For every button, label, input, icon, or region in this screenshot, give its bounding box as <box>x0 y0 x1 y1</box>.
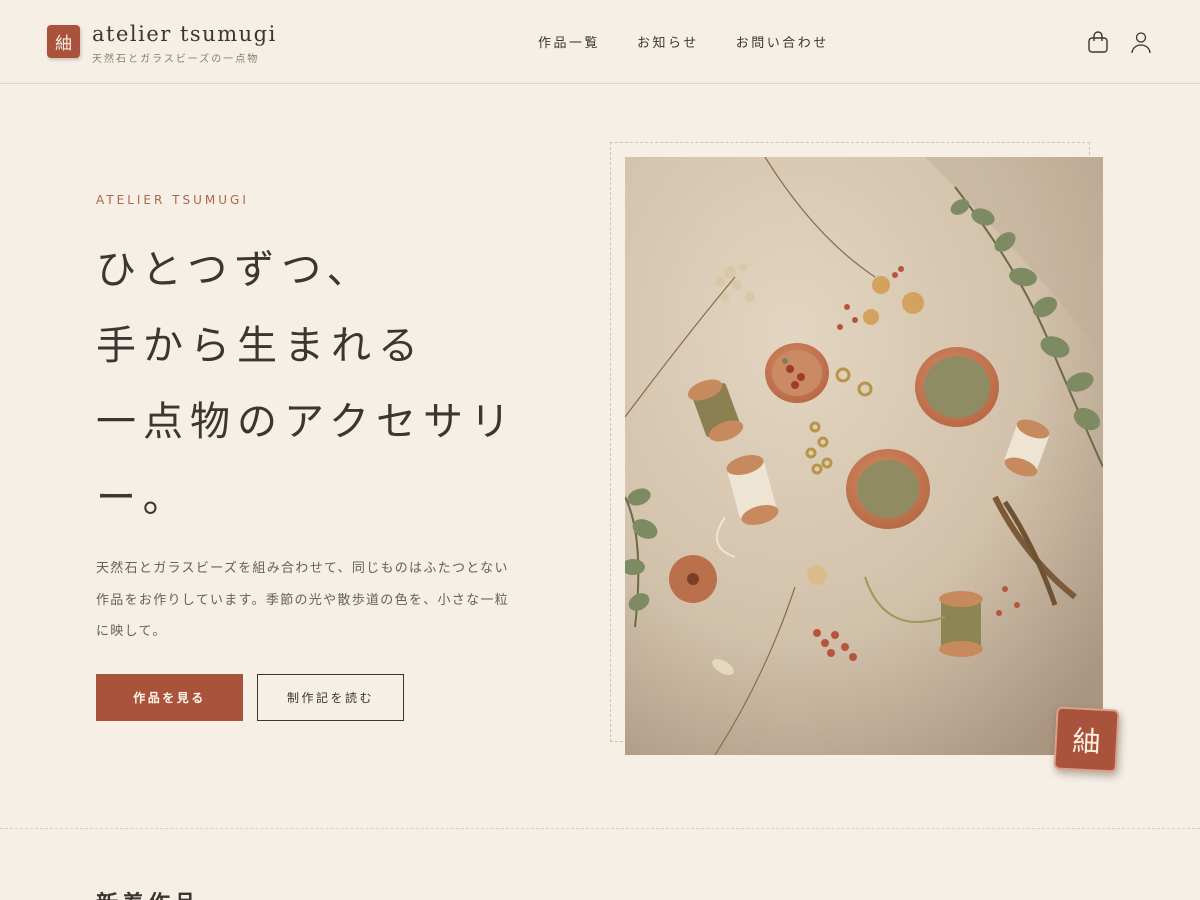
hero-eyebrow: ATELIER TSUMUGI <box>96 193 249 207</box>
headline-line: 手から生まれる <box>96 323 425 369</box>
headline-line: ひとつずつ、 <box>96 247 374 293</box>
nav-contact[interactable]: お問い合わせ <box>736 32 829 51</box>
new-arrivals-title: 新着作品 <box>96 886 200 900</box>
brand-stamp: 紬 <box>1053 706 1120 773</box>
hero-lead: 天然石とガラスビーズを組み合わせて、同じものはふたつとない作品をお作りしています… <box>96 561 510 639</box>
read-journal-button[interactable]: 制作記を読む <box>257 674 404 721</box>
hero-photo <box>625 157 1103 755</box>
logo-mark[interactable]: 紬 <box>47 25 80 58</box>
section-divider <box>0 828 1200 829</box>
headline-line: ー。 <box>96 475 190 521</box>
headline-line: 一点物のアクセサリ <box>96 399 517 445</box>
user-icon[interactable] <box>1129 30 1153 54</box>
shopping-bag-icon[interactable] <box>1086 30 1110 54</box>
hero-headline: ひとつずつ、 手から生まれる 一点物のアクセサリ ー。 <box>96 232 536 536</box>
brand-name[interactable]: atelier tsumugi <box>92 22 277 46</box>
site-header: 紬 atelier tsumugi 天然石とガラスビーズの一点物 作品一覧 お知… <box>0 0 1200 84</box>
main-nav: 作品一覧 お知らせ お問い合わせ <box>538 32 829 51</box>
nav-news[interactable]: お知らせ <box>637 32 699 51</box>
view-works-button[interactable]: 作品を見る <box>96 674 243 721</box>
nav-works[interactable]: 作品一覧 <box>538 32 600 51</box>
brand-tagline: 天然石とガラスビーズの一点物 <box>92 54 260 65</box>
